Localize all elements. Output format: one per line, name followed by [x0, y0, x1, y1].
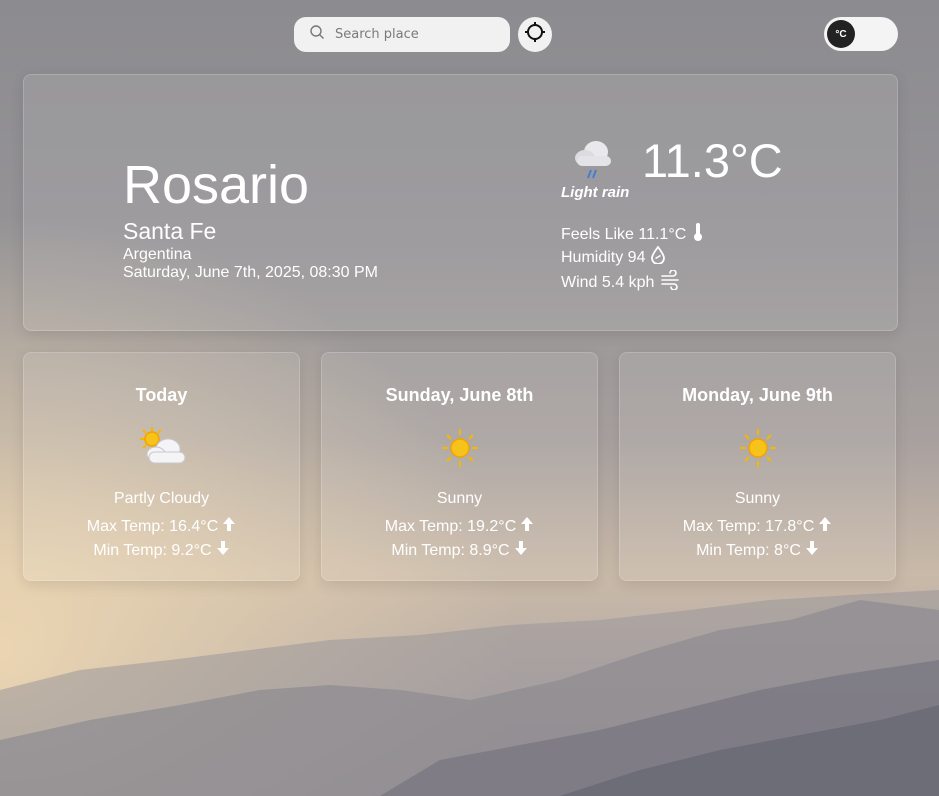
rain-cloud-icon: [569, 135, 617, 183]
arrow-up-icon: [814, 516, 832, 537]
min-temp-text: Min Temp: 9.2°C: [93, 541, 212, 559]
arrow-down-icon: [212, 540, 230, 561]
search-input[interactable]: [335, 27, 495, 42]
wind-row: Wind 5.4 kph: [561, 269, 682, 296]
unit-toggle[interactable]: °C: [824, 17, 898, 51]
local-datetime: Saturday, June 7th, 2025, 08:30 PM: [123, 264, 378, 281]
forecast-condition: Sunny: [436, 490, 483, 507]
feels-like-text: Feels Like 11.1°C: [561, 226, 687, 243]
current-weather-card: Rosario Santa Fe Argentina Saturday, Jun…: [23, 74, 898, 331]
search-box[interactable]: [294, 17, 510, 52]
country-name: Argentina: [123, 246, 192, 263]
current-location-button[interactable]: [518, 17, 552, 52]
region-name: Santa Fe: [123, 218, 217, 244]
crosshair-icon: [524, 21, 546, 48]
humidity-text: Humidity 94: [561, 249, 646, 266]
forecast-min-temp: Min Temp: 9.2°C: [24, 540, 299, 561]
city-name: Rosario: [123, 155, 310, 215]
forecast-day: Today: [135, 385, 188, 405]
forecast-max-temp: Max Temp: 16.4°C: [24, 516, 299, 537]
current-condition: Light rain: [561, 184, 630, 201]
forecast-max-temp: Max Temp: 17.8°C: [620, 516, 895, 537]
top-bar: °C: [0, 17, 939, 52]
arrow-down-icon: [801, 540, 819, 561]
forecast-card: Monday, June 9th Sunny Max Temp: 17.8°C …: [619, 352, 896, 581]
arrow-down-icon: [510, 540, 528, 561]
forecast-min-temp: Min Temp: 8°C: [620, 540, 895, 561]
max-temp-text: Max Temp: 19.2°C: [384, 517, 517, 535]
forecast-condition: Sunny: [734, 490, 781, 507]
current-temperature: 11.3°C: [642, 134, 783, 187]
sun-icon: [432, 423, 488, 473]
search-icon: [309, 24, 325, 45]
thermometer-icon: [686, 222, 704, 248]
arrow-up-icon: [516, 516, 534, 537]
forecast-min-temp: Min Temp: 8.9°C: [322, 540, 597, 561]
wind-text: Wind 5.4 kph: [561, 274, 655, 291]
droplet-icon: [645, 245, 666, 270]
forecast-day: Monday, June 9th: [682, 385, 833, 405]
forecast-card: Today Partly Cloudy Max Temp: 16.4°C Min…: [23, 352, 300, 581]
forecast-day: Sunday, June 8th: [385, 385, 534, 405]
max-temp-text: Max Temp: 17.8°C: [682, 517, 815, 535]
sun-icon: [730, 423, 786, 473]
unit-toggle-knob: °C: [827, 20, 855, 48]
max-temp-text: Max Temp: 16.4°C: [86, 517, 219, 535]
forecast-max-temp: Max Temp: 19.2°C: [322, 516, 597, 537]
min-temp-text: Min Temp: 8.9°C: [391, 541, 510, 559]
forecast-condition: Partly Cloudy: [113, 490, 210, 507]
forecast-card: Sunday, June 8th Sunny Max Temp: 19.2°C …: [321, 352, 598, 581]
wind-icon: [654, 269, 682, 296]
partly-cloudy-icon: [134, 423, 190, 473]
humidity-row: Humidity 94: [561, 245, 666, 270]
arrow-up-icon: [218, 516, 236, 537]
feels-like-row: Feels Like 11.1°C: [561, 222, 704, 248]
min-temp-text: Min Temp: 8°C: [696, 541, 801, 559]
